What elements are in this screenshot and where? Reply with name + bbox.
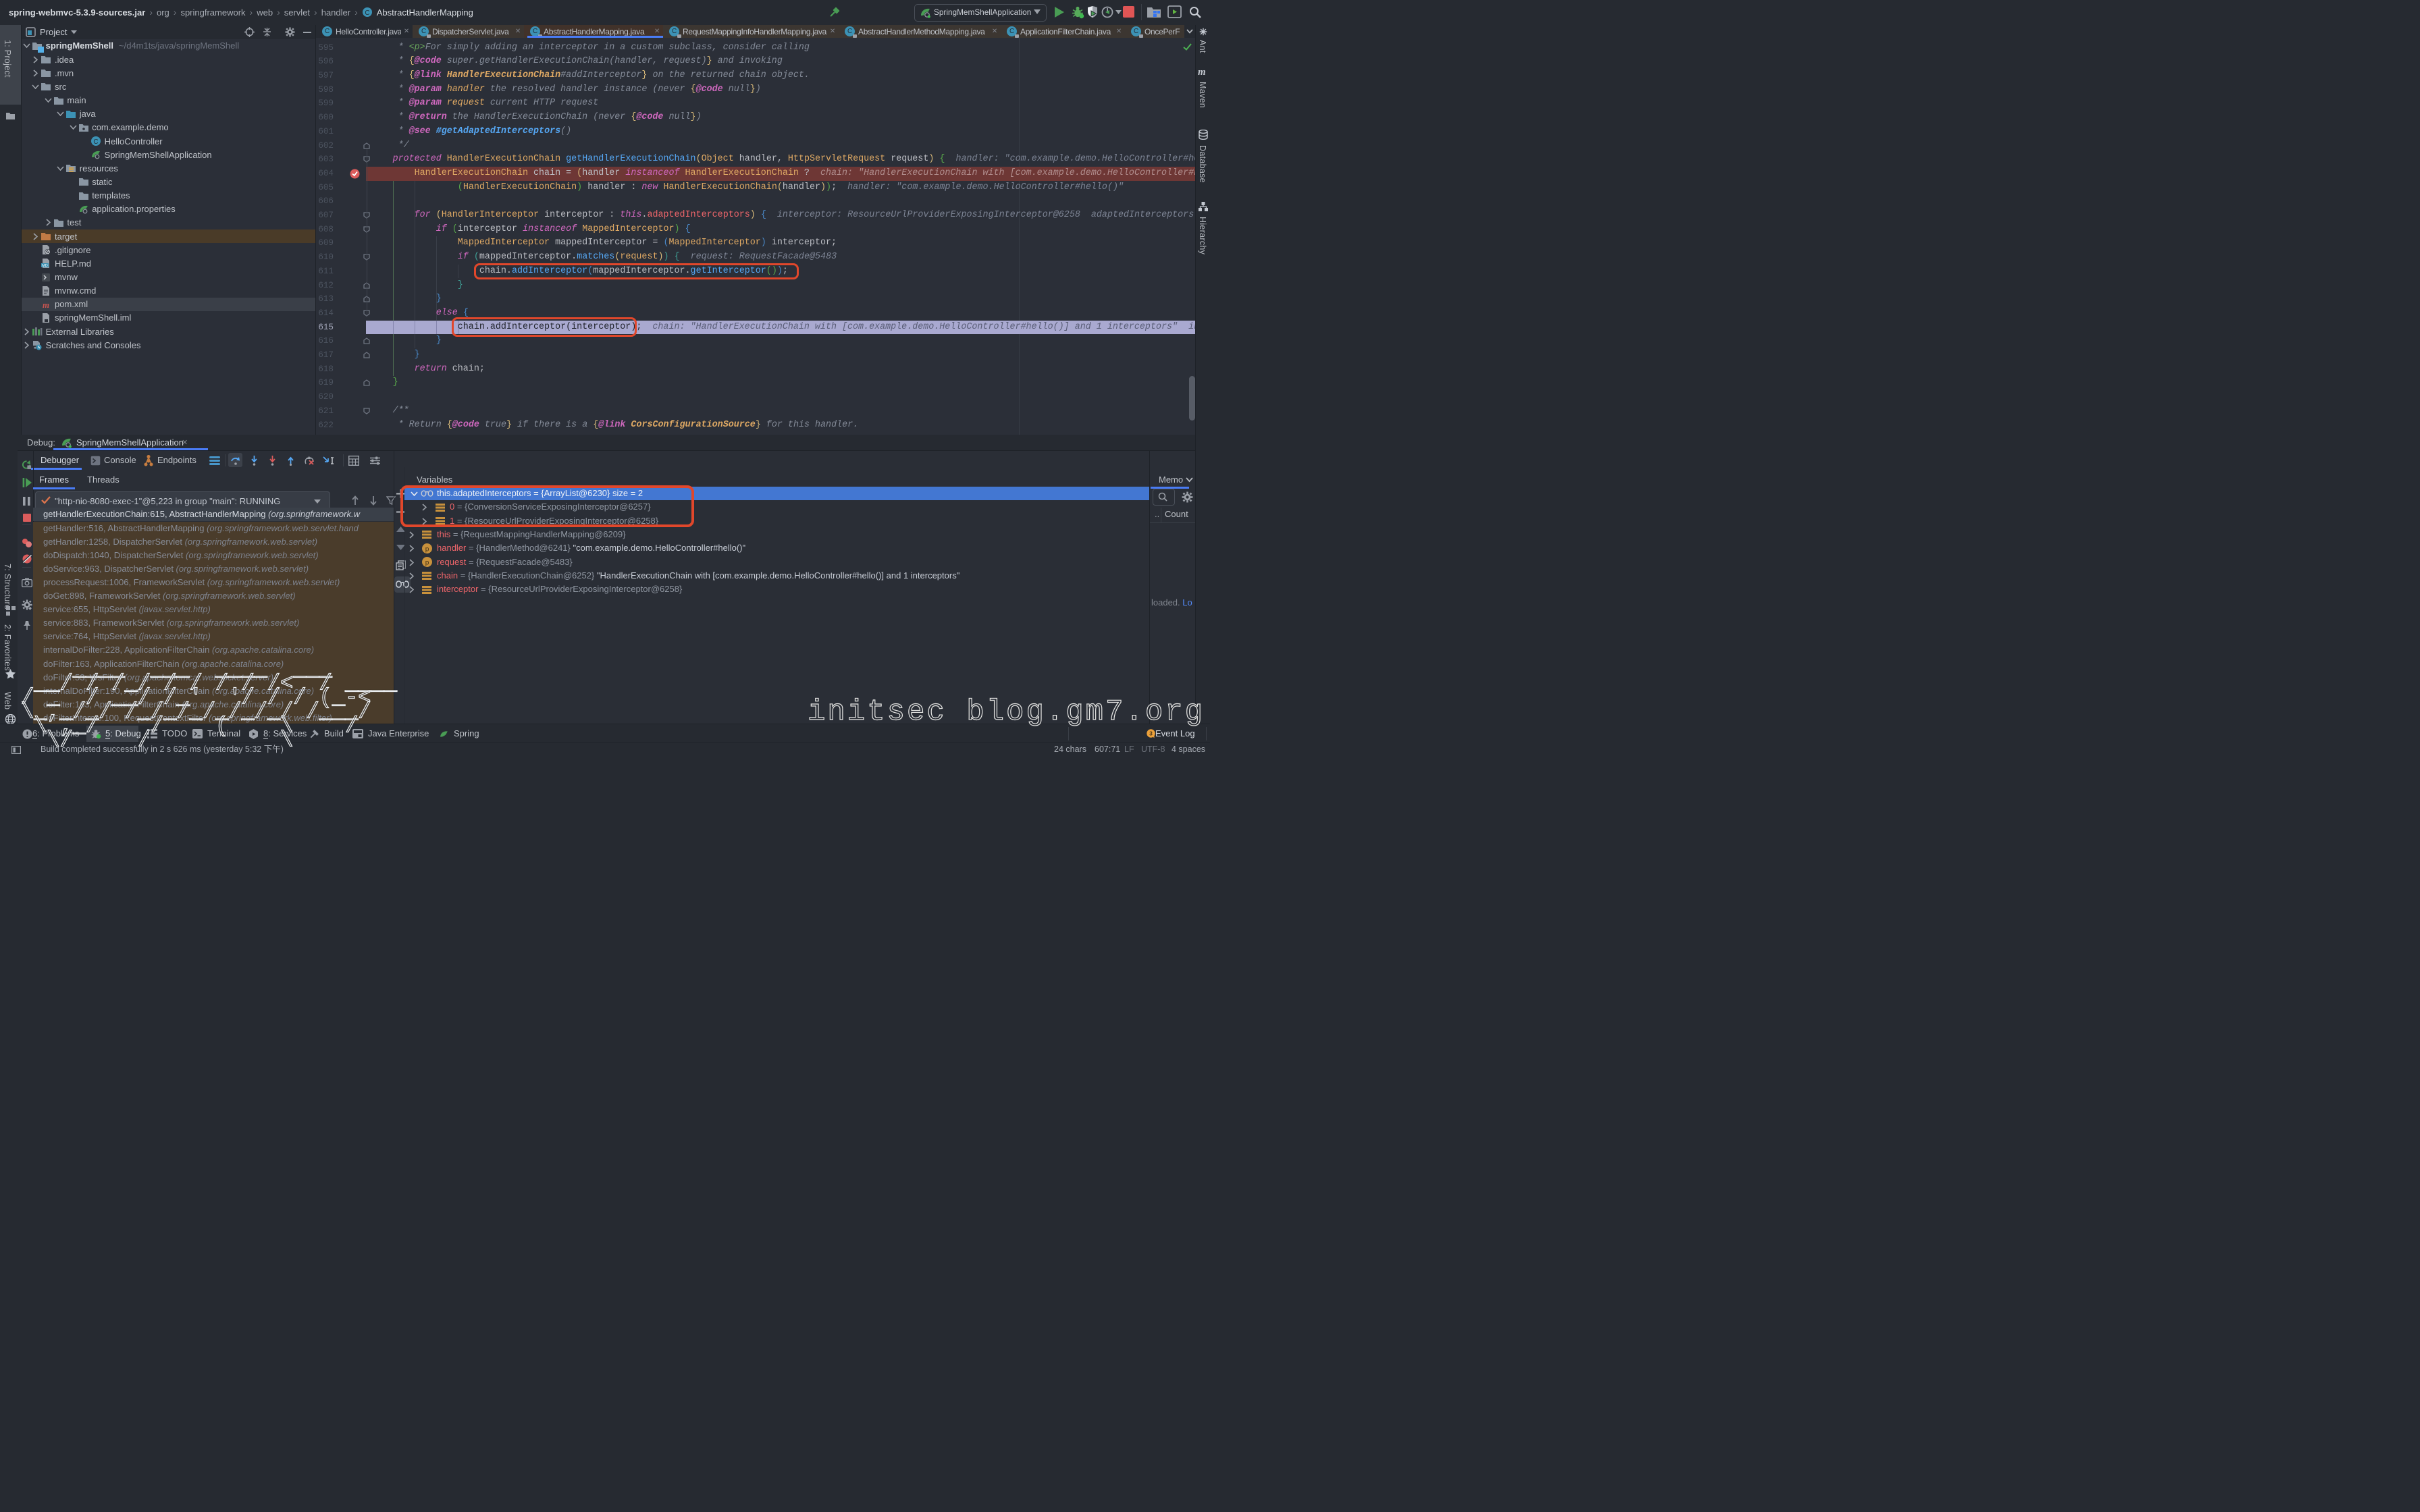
svg-text:p: p: [425, 545, 429, 553]
svg-text:C: C: [93, 138, 98, 146]
svg-text:C: C: [365, 9, 369, 17]
svg-text:p: p: [425, 560, 429, 567]
svg-text:3: 3: [1149, 730, 1153, 737]
svg-text:m: m: [43, 300, 49, 310]
svg-text:MD: MD: [43, 264, 49, 268]
